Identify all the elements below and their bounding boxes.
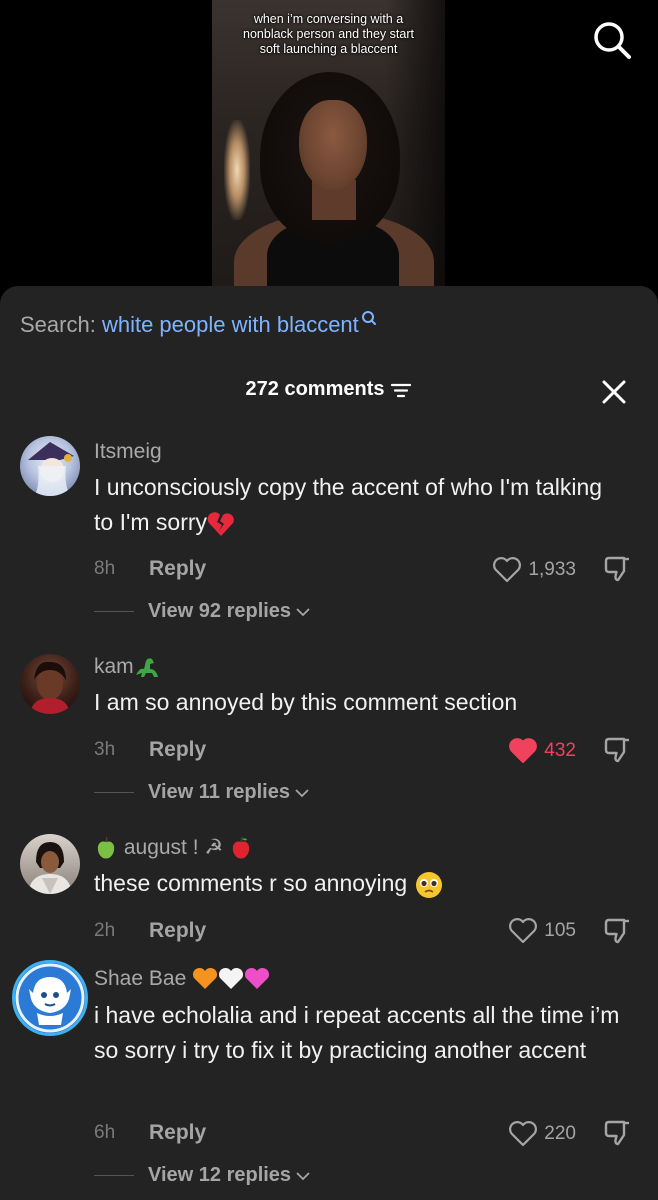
like-count: 432 <box>544 739 576 761</box>
search-icon[interactable] <box>590 18 634 62</box>
avatar-illustration <box>30 661 70 714</box>
comment-username-text: august ! ☭ <box>123 836 224 859</box>
comments-count: 272 comments <box>245 378 385 400</box>
close-icon[interactable] <box>598 376 630 408</box>
pleading-face-icon <box>415 871 442 898</box>
chevron-down-icon <box>296 1171 310 1180</box>
dislike-icon[interactable] <box>602 916 632 946</box>
comment-username[interactable]: kam <box>94 655 160 679</box>
comment-text: i have echolalia and i repeat accents al… <box>94 1002 620 1063</box>
like-button[interactable]: 432 <box>508 737 576 764</box>
orange-heart-icon <box>193 968 218 990</box>
avatar[interactable] <box>20 654 80 714</box>
comment-time: 2h <box>94 920 116 941</box>
green-apple-icon <box>97 837 115 859</box>
search-suggestion[interactable]: Search: white people with blaccent <box>20 311 377 338</box>
view-replies-button[interactable]: View 12 replies <box>94 1164 311 1187</box>
heart-outline-icon <box>509 918 538 944</box>
reply-button[interactable]: Reply <box>149 557 206 581</box>
chevron-down-icon <box>295 788 309 797</box>
comment-text-body: I unconsciously copy the accent of who I… <box>94 474 603 535</box>
video-player[interactable]: when i’m conversing with a nonblack pers… <box>0 0 658 300</box>
comment-username-text: kam <box>94 655 134 678</box>
comment-time: 8h <box>94 558 116 579</box>
heart-filled-icon <box>509 738 538 763</box>
reply-button[interactable]: Reply <box>149 1121 206 1145</box>
pink-heart-icon <box>245 968 270 990</box>
view-replies-label: View 12 replies <box>148 1164 292 1186</box>
view-replies-button[interactable]: View 11 replies <box>94 781 310 804</box>
like-count: 1,933 <box>528 558 576 580</box>
comments-header: 272 comments <box>0 378 658 401</box>
sort-filter-icon[interactable] <box>390 381 412 399</box>
comment-text: these comments r so annoying <box>94 866 624 901</box>
chevron-down-icon <box>296 607 310 616</box>
like-count: 220 <box>544 1122 576 1144</box>
reply-button[interactable]: Reply <box>149 738 206 762</box>
lamp-light <box>224 120 250 220</box>
heart-outline-icon <box>509 1121 538 1147</box>
like-button[interactable]: 105 <box>508 917 576 944</box>
comment-username[interactable]: Shae Bae <box>94 967 270 991</box>
comment-text: I unconsciously copy the accent of who I… <box>94 470 624 540</box>
view-replies-label: View 92 replies <box>148 600 292 622</box>
white-heart-icon <box>219 968 244 990</box>
like-button[interactable]: 1,933 <box>492 556 576 583</box>
avatar-illustration <box>28 842 72 894</box>
comment-username[interactable]: Itsmeig <box>94 440 162 464</box>
broken-heart-icon <box>207 512 234 536</box>
comment-text-body: these comments r so annoying <box>94 870 408 896</box>
replies-divider <box>94 1175 134 1176</box>
comment-time: 3h <box>94 739 116 760</box>
replies-divider <box>94 611 134 612</box>
search-prefix: Search: <box>20 312 96 337</box>
comment-username-text: Shae Bae <box>94 967 187 990</box>
like-count: 105 <box>544 919 576 941</box>
video-caption: when i’m conversing with a nonblack pers… <box>243 12 414 56</box>
avatar-illustration <box>15 963 85 1033</box>
view-replies-button[interactable]: View 92 replies <box>94 600 311 623</box>
like-button[interactable]: 220 <box>508 1120 576 1147</box>
reply-button[interactable]: Reply <box>149 919 206 943</box>
avatar[interactable] <box>20 834 80 894</box>
search-icon <box>361 311 376 325</box>
dislike-icon[interactable] <box>602 1118 632 1148</box>
dislike-icon[interactable] <box>602 735 632 765</box>
comment-time: 6h <box>94 1122 116 1143</box>
video-person-face <box>299 100 367 190</box>
search-query-link[interactable]: white people with blaccent <box>102 312 359 337</box>
comment-text: I am so annoyed by this comment section <box>94 689 518 715</box>
avatar-illustration <box>28 442 74 496</box>
avatar[interactable] <box>20 436 80 496</box>
red-apple-icon <box>232 837 250 859</box>
replies-divider <box>94 792 134 793</box>
dislike-icon[interactable] <box>602 554 632 584</box>
comment-username[interactable]: august ! ☭ <box>94 835 253 860</box>
avatar[interactable] <box>12 960 88 1036</box>
view-replies-label: View 11 replies <box>148 781 290 803</box>
heart-outline-icon <box>493 557 522 583</box>
dinosaur-icon <box>135 658 158 678</box>
